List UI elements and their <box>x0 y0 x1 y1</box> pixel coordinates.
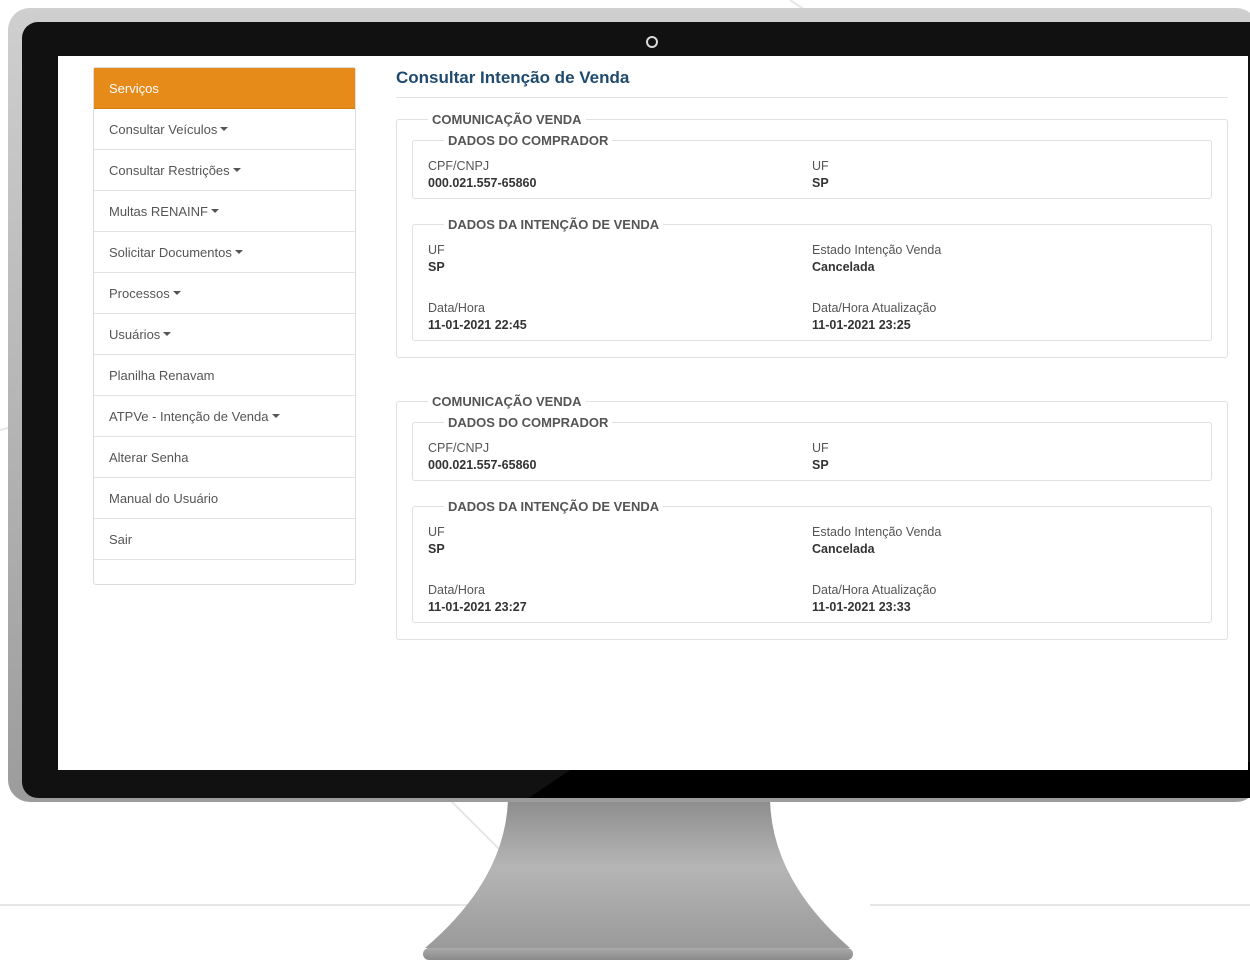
buyer-cpf-field: CPF/CNPJ 000.021.557-65860 <box>428 158 812 192</box>
sidebar-item-consultar-restricoes[interactable]: Consultar Restrições <box>94 150 355 191</box>
buyer-data-section: DADOS DO COMPRADOR CPF/CNPJ 000.021.557-… <box>412 133 1212 199</box>
sidebar-item-usuarios[interactable]: Usuários <box>94 314 355 355</box>
sidebar-item-planilha-renavam[interactable]: Planilha Renavam <box>94 355 355 396</box>
sale-intent-section: DADOS DA INTENÇÃO DE VENDA UF SP Estado … <box>412 217 1212 341</box>
sidebar-item-label: Planilha Renavam <box>109 367 215 383</box>
sidebar-item-label: Multas RENAINF <box>109 203 208 219</box>
sidebar-item-alterar-senha[interactable]: Alterar Senha <box>94 437 355 478</box>
field-value: 11-01-2021 23:27 <box>428 600 527 614</box>
caret-down-icon <box>232 168 241 172</box>
caret-down-icon <box>172 291 181 295</box>
field-value: SP <box>428 542 445 556</box>
sidebar-menu: Serviços Consultar Veículos Consultar Re… <box>93 67 356 585</box>
intent-state-field: Estado Intenção Venda Cancelada <box>812 524 1196 558</box>
field-label: Data/Hora <box>428 301 485 315</box>
field-value: 000.021.557-65860 <box>428 176 537 190</box>
field-label: UF <box>812 441 829 455</box>
field-value: Cancelada <box>812 260 875 274</box>
sidebar-item-label: Manual do Usuário <box>109 490 219 506</box>
sidebar-item-manual-usuario[interactable]: Manual do Usuário <box>94 478 355 519</box>
field-label: CPF/CNPJ <box>428 159 490 173</box>
sidebar-item-label: Processos <box>109 285 170 301</box>
field-label: Estado Intenção Venda <box>812 243 942 257</box>
field-value: SP <box>428 260 445 274</box>
sidebar-item-label: Consultar Veículos <box>109 121 218 137</box>
sidebar-item-label: Usuários <box>109 326 161 342</box>
sidebar-item-multas-renainf[interactable]: Multas RENAINF <box>94 191 355 232</box>
field-label: Estado Intenção Venda <box>812 525 942 539</box>
field-value: 11-01-2021 22:45 <box>428 318 527 332</box>
sale-communication-panel: COMUNICAÇÃO VENDA DADOS DO COMPRADOR CPF… <box>396 112 1228 358</box>
field-value: 11-01-2021 23:33 <box>812 600 911 614</box>
intent-updated-field: Data/Hora Atualização 11-01-2021 23:25 <box>812 300 1196 334</box>
intent-updated-field: Data/Hora Atualização 11-01-2021 23:33 <box>812 582 1196 616</box>
field-value: 000.021.557-65860 <box>428 458 537 472</box>
panel-legend: COMUNICAÇÃO VENDA <box>432 112 582 127</box>
sidebar-item-label: ATPVe - Intenção de Venda <box>109 408 269 424</box>
section-legend: DADOS DA INTENÇÃO DE VENDA <box>448 499 660 514</box>
field-label: UF <box>428 243 445 257</box>
field-value: SP <box>812 458 829 472</box>
sidebar-item-label: Alterar Senha <box>109 449 189 465</box>
sidebar-item-atpve-intencao-venda[interactable]: ATPVe - Intenção de Venda <box>94 396 355 437</box>
main-content: Consultar Intenção de Venda COMUNICAÇÃO … <box>396 68 1228 640</box>
sidebar-item-solicitar-documentos[interactable]: Solicitar Documentos <box>94 232 355 273</box>
section-legend: DADOS DO COMPRADOR <box>448 415 609 430</box>
caret-down-icon <box>210 209 219 213</box>
intent-state-field: Estado Intenção Venda Cancelada <box>812 242 1196 276</box>
field-value: SP <box>812 176 829 190</box>
caret-down-icon <box>271 414 280 418</box>
sidebar-item-label: Consultar Restrições <box>109 162 230 178</box>
field-label: Data/Hora Atualização <box>812 301 937 315</box>
field-label: Data/Hora <box>428 583 485 597</box>
sidebar-item-consultar-veiculos[interactable]: Consultar Veículos <box>94 109 355 150</box>
field-value: 11-01-2021 23:25 <box>812 318 911 332</box>
monitor-frame: Serviços Consultar Veículos Consultar Re… <box>8 8 1250 802</box>
caret-down-icon <box>163 332 172 336</box>
sidebar-item-servicos[interactable]: Serviços <box>94 68 355 109</box>
sidebar-item-label: Solicitar Documentos <box>109 244 232 260</box>
field-label: UF <box>812 159 829 173</box>
intent-datetime-field: Data/Hora 11-01-2021 22:45 <box>428 300 812 334</box>
buyer-uf-field: UF SP <box>812 158 1196 192</box>
sidebar-item-processos[interactable]: Processos <box>94 273 355 314</box>
section-legend: DADOS DA INTENÇÃO DE VENDA <box>448 217 660 232</box>
field-label: UF <box>428 525 445 539</box>
field-label: CPF/CNPJ <box>428 441 490 455</box>
intent-uf-field: UF SP <box>428 242 812 276</box>
monitor-bezel: Serviços Consultar Veículos Consultar Re… <box>22 22 1250 798</box>
monitor-base <box>423 948 853 960</box>
caret-down-icon <box>220 127 229 131</box>
buyer-uf-field: UF SP <box>812 440 1196 474</box>
sale-communication-panel: COMUNICAÇÃO VENDA DADOS DO COMPRADOR CPF… <box>396 394 1228 640</box>
sidebar-item-sair[interactable]: Sair <box>94 519 355 560</box>
buyer-cpf-field: CPF/CNPJ 000.021.557-65860 <box>428 440 812 474</box>
field-label: Data/Hora Atualização <box>812 583 937 597</box>
caret-down-icon <box>234 250 243 254</box>
field-value: Cancelada <box>812 542 875 556</box>
sidebar-item-label: Serviços <box>109 80 159 96</box>
sidebar-item-label: Sair <box>109 531 133 547</box>
intent-uf-field: UF SP <box>428 524 812 558</box>
section-legend: DADOS DO COMPRADOR <box>448 133 609 148</box>
sale-intent-section: DADOS DA INTENÇÃO DE VENDA UF SP Estado … <box>412 499 1212 623</box>
screen: Serviços Consultar Veículos Consultar Re… <box>58 56 1248 770</box>
page-title: Consultar Intenção de Venda <box>396 68 1228 98</box>
intent-datetime-field: Data/Hora 11-01-2021 23:27 <box>428 582 812 616</box>
panel-legend: COMUNICAÇÃO VENDA <box>432 394 582 409</box>
buyer-data-section: DADOS DO COMPRADOR CPF/CNPJ 000.021.557-… <box>412 415 1212 481</box>
camera-icon <box>646 36 658 48</box>
